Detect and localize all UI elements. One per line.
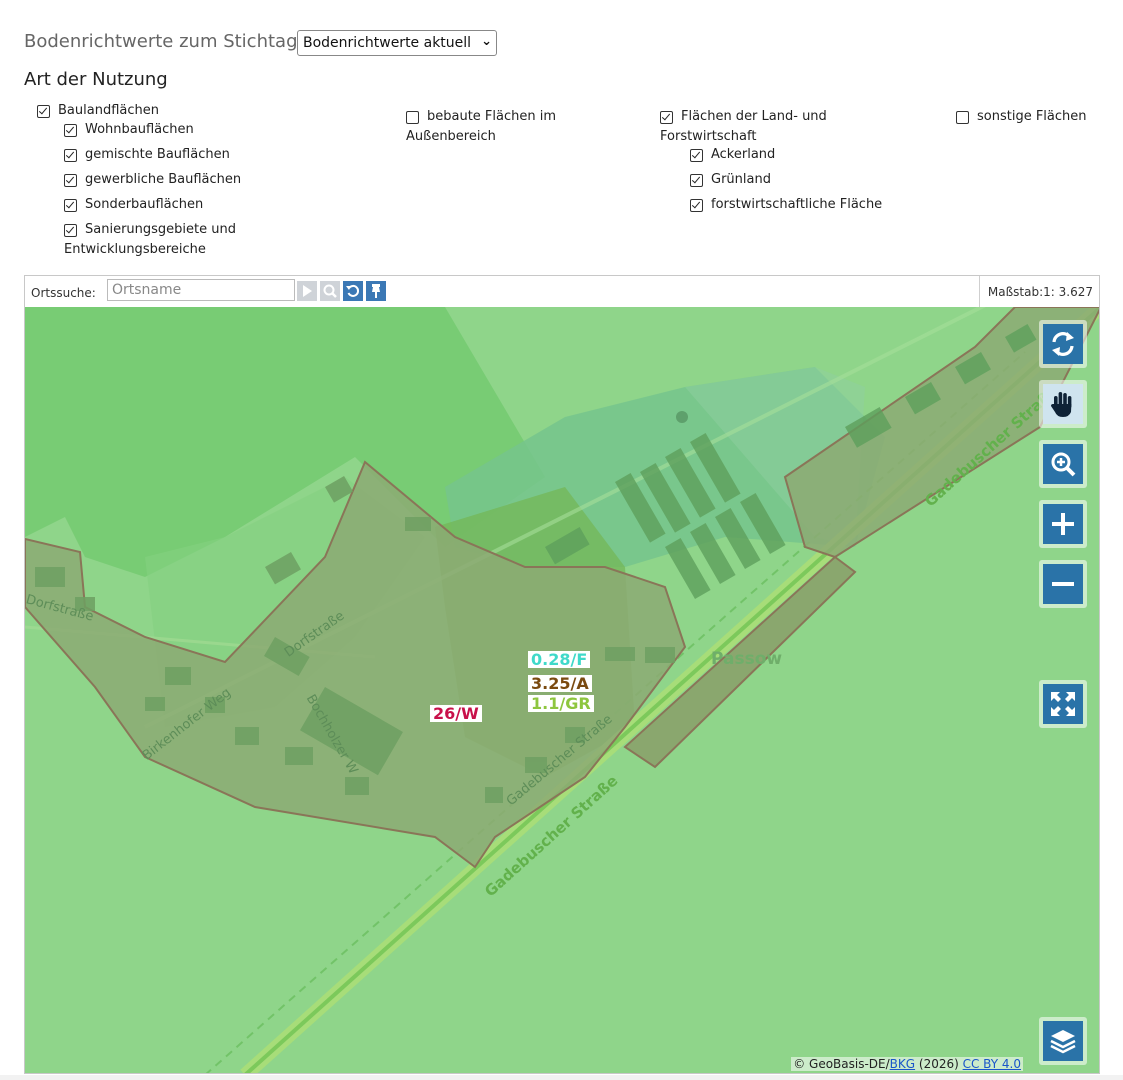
minus-icon [1052, 582, 1074, 586]
checkbox-checked-icon[interactable] [64, 174, 77, 187]
checkbox-baulandflaechen[interactable]: Baulandflächen [37, 101, 159, 121]
checkbox-forstwirtschaftliche-flaeche[interactable]: forstwirtschaftliche Fläche [690, 195, 882, 215]
value-label-wohnbau[interactable]: 26/W [430, 705, 482, 722]
hand-pan-icon [1051, 392, 1072, 417]
checkbox-label: gewerbliche Bauflächen [85, 172, 242, 187]
checkbox-unchecked-icon[interactable] [956, 111, 969, 124]
checkbox-label: Sonderbauflächen [85, 197, 204, 212]
layers-button[interactable] [1039, 1017, 1087, 1065]
value-label-acker[interactable]: 3.25/A [528, 675, 592, 692]
stichtag-select-value: Bodenrichtwerte aktuell [303, 35, 472, 51]
value-label-forst[interactable]: 0.28/F [528, 651, 591, 668]
bottom-divider [0, 1075, 1123, 1080]
masstab-display: Maßstab:1: 3.627 [978, 276, 1099, 307]
checkbox-gemischte-bauflaechen[interactable]: gemischte Bauflächen [64, 145, 230, 165]
section-title: Art der Nutzung [24, 69, 168, 90]
plus-icon [1052, 513, 1074, 535]
map-canvas[interactable]: Dorfstraße Dorfstraße Birkenhofer Weg Bo… [25, 307, 1099, 1073]
checkbox-label: forstwirtschaftliche Fläche [711, 197, 883, 212]
attribution-year: (2026) [915, 1057, 963, 1071]
checkbox-gruenland[interactable]: Grünland [690, 170, 771, 190]
map-panel: Ortssuche: Ortsname Maßstab:1: 3.627 Dor… [24, 275, 1100, 1074]
zoom-search-icon [1051, 452, 1076, 477]
checkbox-checked-icon[interactable] [64, 199, 77, 212]
checkbox-checked-icon[interactable] [64, 224, 77, 237]
attribution-prefix: © GeoBasis-DE/ [793, 1057, 890, 1071]
checkbox-checked-icon[interactable] [64, 124, 77, 137]
checkbox-sanierungsgebiete[interactable]: Sanierungsgebiete und Entwicklungsbereic… [64, 220, 254, 260]
reset-icon[interactable] [343, 281, 363, 301]
zoom-in-button[interactable] [1039, 500, 1087, 548]
checkbox-checked-icon[interactable] [690, 199, 703, 212]
place-label: Passow [711, 649, 783, 669]
checkbox-bebaute-flaechen[interactable]: bebaute Flächen im Außenbereich [406, 107, 576, 147]
zoom-box-button[interactable] [1039, 440, 1087, 488]
ortssuche-input[interactable]: Ortsname [107, 279, 295, 301]
layers-icon [1050, 1030, 1076, 1054]
checkbox-label: Grünland [711, 172, 771, 187]
checkbox-checked-icon[interactable] [690, 174, 703, 187]
checkbox-checked-icon[interactable] [37, 105, 50, 118]
checkbox-sonderbauflaechen[interactable]: Sonderbauflächen [64, 195, 203, 215]
zoom-out-button[interactable] [1039, 560, 1087, 608]
map-attribution: © GeoBasis-DE/BKG (2026) CC BY 4.0 [791, 1057, 1023, 1071]
checkbox-label: sonstige Flächen [977, 109, 1087, 124]
play-icon[interactable] [297, 281, 317, 301]
checkbox-label: Wohnbauflächen [85, 122, 194, 137]
chevron-down-icon: ⌄ [481, 34, 492, 49]
license-link[interactable]: CC BY 4.0 [963, 1057, 1021, 1071]
checkbox-ackerland[interactable]: Ackerland [690, 145, 775, 165]
pan-button[interactable] [1039, 380, 1087, 428]
stichtag-label: Bodenrichtwerte zum Stichtag: [24, 31, 304, 52]
checkbox-land-forstwirtschaft[interactable]: Flächen der Land- und Forstwirtschaft [660, 107, 850, 147]
search-icon[interactable] [320, 281, 340, 301]
checkbox-gewerbliche-bauflaechen[interactable]: gewerbliche Bauflächen [64, 170, 241, 190]
map-point-marker [676, 411, 688, 423]
checkbox-wohnbauflaechen[interactable]: Wohnbauflächen [64, 120, 194, 140]
value-label-gruenland[interactable]: 1.1/GR [528, 695, 594, 712]
checkbox-label: Flächen der Land- und Forstwirtschaft [660, 109, 827, 144]
checkbox-label: gemischte Bauflächen [85, 147, 230, 162]
fullscreen-button[interactable] [1039, 680, 1087, 728]
checkbox-label: bebaute Flächen im Außenbereich [406, 109, 557, 144]
fullscreen-icon [1051, 692, 1075, 716]
checkbox-sonstige-flaechen[interactable]: sonstige Flächen [956, 107, 1087, 127]
checkbox-label: Ackerland [711, 147, 776, 162]
checkbox-label: Baulandflächen [58, 103, 159, 118]
ortssuche-label: Ortssuche: [31, 286, 96, 300]
checkbox-checked-icon[interactable] [690, 149, 703, 162]
checkbox-unchecked-icon[interactable] [406, 111, 419, 124]
pin-icon[interactable] [366, 281, 386, 301]
map-toolbar: Ortssuche: Ortsname Maßstab:1: 3.627 [25, 276, 1099, 308]
bkg-link[interactable]: BKG [890, 1057, 915, 1071]
checkbox-label: Sanierungsgebiete und Entwicklungsbereic… [64, 222, 236, 257]
refresh-button[interactable] [1039, 320, 1087, 368]
checkbox-checked-icon[interactable] [64, 149, 77, 162]
refresh-icon [1052, 332, 1074, 356]
stichtag-select[interactable]: Bodenrichtwerte aktuell ⌄ [297, 30, 497, 56]
checkbox-checked-icon[interactable] [660, 111, 673, 124]
